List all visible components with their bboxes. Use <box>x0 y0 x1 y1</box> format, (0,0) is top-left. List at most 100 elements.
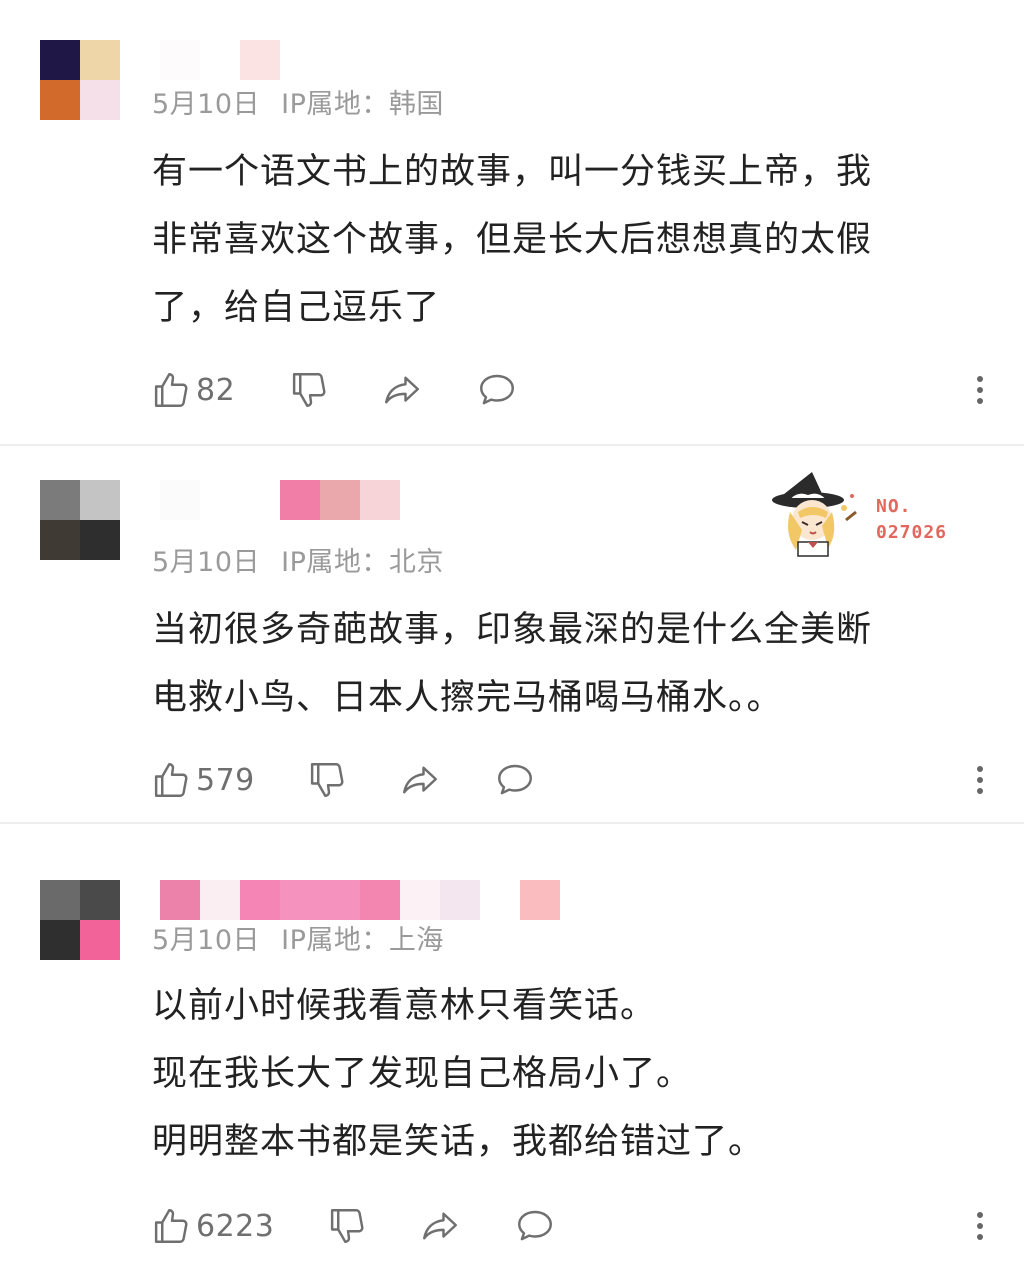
redaction-block <box>280 480 320 520</box>
thumbs-down-icon <box>306 759 348 801</box>
comment-item: 5月10日 IP属地：北京 当初很多奇葩故事，印象最深的是什么全美断 电救小鸟、… <box>0 446 1024 824</box>
comment-date: 5月10日 <box>152 89 261 120</box>
thumbs-up-icon <box>150 369 192 411</box>
comment-text: 有一个语文书上的故事，叫一分钱买上帝，我 非常喜欢这个故事，但是长大后想想真的太… <box>152 138 872 342</box>
redaction-block <box>160 480 200 520</box>
redaction-block <box>240 40 280 80</box>
avatar[interactable] <box>40 880 120 960</box>
more-options-button[interactable] <box>970 758 990 802</box>
share-button[interactable] <box>398 758 442 802</box>
reply-button[interactable] <box>513 1204 557 1248</box>
more-vertical-icon <box>977 777 983 783</box>
ip-label: IP属地： <box>281 547 389 578</box>
dislike-button[interactable] <box>306 758 348 802</box>
username-redacted[interactable] <box>160 480 400 520</box>
like-button[interactable]: 82 <box>150 368 235 412</box>
share-button[interactable] <box>418 1204 462 1248</box>
redaction-block <box>240 880 280 920</box>
redaction-block <box>400 880 440 920</box>
avatar[interactable] <box>40 40 120 120</box>
comment-line: 现在我长大了发现自己格局小了。 <box>152 1054 693 1094</box>
comment-meta: 5月10日 IP属地：北京 <box>152 540 444 579</box>
avatar-pixel <box>40 40 80 80</box>
redaction-block <box>160 880 200 920</box>
like-button[interactable]: 579 <box>150 758 255 802</box>
comment-line: 以前小时候我看意林只看笑话。 <box>152 986 657 1026</box>
comment-item: 5月10日 IP属地：韩国 有一个语文书上的故事，叫一分钱买上帝，我 非常喜欢这… <box>0 0 1024 445</box>
thumbs-down-icon <box>326 1205 368 1247</box>
avatar-pixel <box>40 880 80 920</box>
comment-line: 明明整本书都是笑话，我都给错过了。 <box>152 1122 765 1162</box>
comment-meta: 5月10日 IP属地：上海 <box>152 918 444 957</box>
share-button[interactable] <box>380 368 424 412</box>
avatar[interactable] <box>40 480 120 560</box>
avatar-pixel <box>80 920 120 960</box>
thumbs-up-icon <box>150 1205 192 1247</box>
ip-location: 韩国 <box>388 89 444 120</box>
comment-line: 有一个语文书上的故事，叫一分钱买上帝，我 <box>152 152 873 192</box>
avatar-pixel <box>80 480 120 520</box>
avatar-pixel <box>40 520 80 560</box>
comment-text: 以前小时候我看意林只看笑话。 现在我长大了发现自己格局小了。 明明整本书都是笑话… <box>152 972 764 1176</box>
fan-badge <box>768 468 868 560</box>
comment-date: 5月10日 <box>152 547 261 578</box>
reply-button[interactable] <box>493 758 537 802</box>
comment-actions: 579 <box>150 758 990 802</box>
redaction-block <box>160 40 200 80</box>
redaction-block <box>200 880 240 920</box>
comment-text: 当初很多奇葩故事，印象最深的是什么全美断 电救小鸟、日本人擦完马桶喝马桶水。。 <box>152 596 872 732</box>
dislike-button[interactable] <box>288 368 330 412</box>
avatar-pixel <box>40 80 80 120</box>
like-count: 579 <box>196 762 255 798</box>
redaction-block <box>440 880 480 920</box>
like-button[interactable]: 6223 <box>150 1204 274 1248</box>
more-vertical-icon <box>977 1234 983 1240</box>
comment-meta: 5月10日 IP属地：韩国 <box>152 82 444 121</box>
avatar-pixel <box>40 480 80 520</box>
comment-line: 电救小鸟、日本人擦完马桶喝马桶水。。 <box>152 678 783 718</box>
like-count: 6223 <box>196 1208 275 1244</box>
avatar-pixel <box>80 80 120 120</box>
badge-number-prefix: NO. <box>876 496 912 517</box>
comment-actions: 82 <box>150 368 990 412</box>
redaction-block <box>320 480 360 520</box>
comment-line: 当初很多奇葩故事，印象最深的是什么全美断 <box>152 610 873 650</box>
share-arrow-icon <box>418 1205 462 1247</box>
reply-button[interactable] <box>475 368 519 412</box>
more-vertical-icon <box>977 1223 983 1229</box>
like-count: 82 <box>196 372 236 408</box>
dislike-button[interactable] <box>326 1204 368 1248</box>
more-options-button[interactable] <box>970 368 990 412</box>
thumbs-up-icon <box>150 759 192 801</box>
more-vertical-icon <box>977 1212 983 1218</box>
avatar-pixel <box>80 880 120 920</box>
comment-bubble-icon <box>513 1205 557 1247</box>
redaction-block <box>320 880 360 920</box>
avatar-pixel <box>80 40 120 80</box>
ip-label: IP属地： <box>281 925 389 956</box>
badge-number: 027026 <box>876 522 948 543</box>
more-vertical-icon <box>977 387 983 393</box>
comment-bubble-icon <box>475 369 519 411</box>
more-vertical-icon <box>977 376 983 382</box>
avatar-pixel <box>80 520 120 560</box>
ip-label: IP属地： <box>281 89 389 120</box>
comment-bubble-icon <box>493 759 537 801</box>
comment-actions: 6223 <box>150 1204 990 1248</box>
share-arrow-icon <box>380 369 424 411</box>
more-vertical-icon <box>977 766 983 772</box>
redaction-block <box>360 480 400 520</box>
witch-character-icon <box>772 472 857 557</box>
redaction-block <box>360 880 400 920</box>
ip-location: 上海 <box>388 925 444 956</box>
more-vertical-icon <box>977 788 983 794</box>
comment-line: 了，给自己逗乐了 <box>152 288 441 328</box>
comment-item: 5月10日 IP属地：上海 以前小时候我看意林只看笑话。 现在我长大了发现自己格… <box>0 824 1024 1274</box>
more-options-button[interactable] <box>970 1204 990 1248</box>
username-redacted[interactable] <box>160 880 560 920</box>
redaction-block <box>280 880 320 920</box>
comment-date: 5月10日 <box>152 925 261 956</box>
username-redacted[interactable] <box>160 40 300 80</box>
share-arrow-icon <box>398 759 442 801</box>
more-vertical-icon <box>977 398 983 404</box>
